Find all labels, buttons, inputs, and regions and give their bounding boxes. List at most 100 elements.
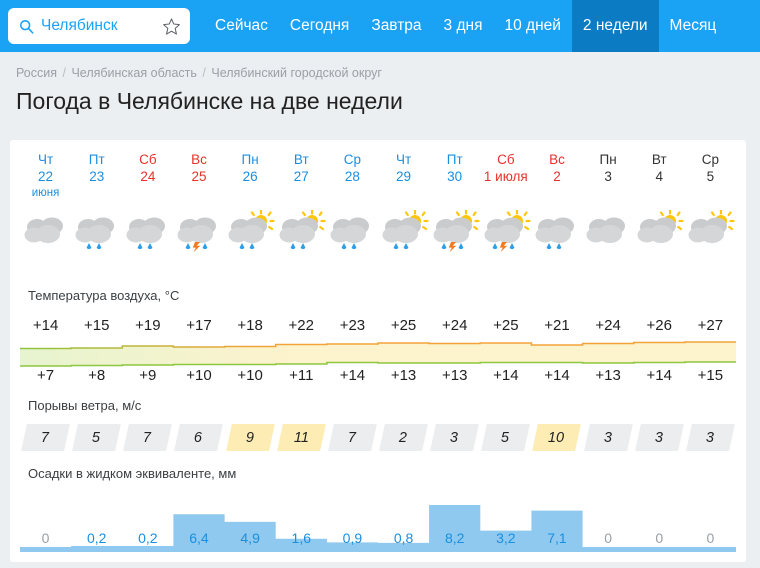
precipitation-value: 0 [604, 530, 613, 546]
date-header-cell[interactable]: Вт 27 [276, 152, 327, 208]
tab-now[interactable]: Сейчас [204, 0, 279, 52]
precipitation-section: Осадки в жидком эквиваленте, мм 0 0,2 0,2 6… [20, 466, 736, 562]
precipitation-section-label: Осадки в жидком эквиваленте, мм [28, 466, 237, 481]
forecast-card: Чт 22 июня Пт 23 Сб 24 Вс 25 Пн 26 Вт 27 Ср 28 Чт 29 Пт 30… [10, 140, 746, 562]
temperature-low-value: +9 [139, 367, 157, 384]
date-header-cell[interactable]: Чт 22 июня [20, 152, 71, 208]
wind-section: Порывы ветра, м/с 7 5 7 6 9 11 7 2 3 5 10 3 3 3 [20, 398, 736, 462]
date-header-cell[interactable]: Пт 23 [71, 152, 122, 208]
tab-10-days[interactable]: 10 дней [493, 0, 571, 52]
precipitation-value: 0,2 [138, 530, 158, 546]
wind-gust-cell: 5 [480, 424, 531, 451]
temperature-low-value: +14 [493, 367, 519, 384]
wind-gust-badge: 5 [481, 424, 531, 451]
temperature-high-value: +21 [544, 317, 570, 334]
day-number-label: 25 [191, 168, 207, 184]
weekday-label: Сб [139, 152, 157, 167]
date-header-cell[interactable]: Вс 2 [531, 152, 582, 208]
wind-gust-cell: 6 [173, 424, 224, 451]
city-search-box[interactable]: Челябинск [8, 8, 190, 44]
temperature-high-value: +25 [493, 317, 519, 334]
weather-icon-sun-cloud-rain [225, 210, 276, 272]
temperature-low-value: +14 [646, 367, 672, 384]
weather-icon-sun-cloud-rain [378, 210, 429, 272]
wind-gust-value: 7 [41, 429, 50, 446]
breadcrumb-item-country[interactable]: Россия [16, 66, 57, 80]
temperature-high-value: +22 [288, 317, 314, 334]
day-number-label: 1 июля [483, 168, 528, 184]
day-number-label: 22 [38, 168, 54, 184]
temperature-high-value: +25 [390, 317, 417, 334]
search-icon [19, 19, 34, 34]
date-header-cell[interactable]: Вт 4 [634, 152, 685, 208]
date-header-cell[interactable]: Пн 3 [583, 152, 634, 208]
date-header-cell[interactable]: Сб 1 июля [480, 152, 531, 208]
temperature-high-value: +14 [32, 317, 59, 334]
weekday-label: Пт [88, 152, 105, 167]
search-input[interactable]: Челябинск [34, 17, 162, 35]
day-number-label: 24 [140, 168, 156, 184]
tab-today[interactable]: Сегодня [279, 0, 360, 52]
wind-gust-value: 3 [604, 429, 613, 446]
weekday-label: Ср [343, 152, 362, 167]
weather-icon-cloudy-rain [122, 210, 173, 272]
weather-icon-cloudy-thunder [173, 210, 224, 272]
precipitation-value: 0 [41, 530, 50, 546]
temperature-high-value: +15 [83, 317, 110, 334]
wind-gust-cell: 7 [122, 424, 173, 451]
wind-gust-badge: 9 [225, 424, 275, 451]
weather-icon-cloudy-rain [327, 210, 378, 272]
temperature-high-value: +24 [595, 317, 621, 334]
date-header-cell[interactable]: Ср 5 [685, 152, 736, 208]
precipitation-value-row: 0 0,2 0,2 6,4 4,9 1,6 0,9 0,8 8,2 3,2 7,1 0 0 0 [20, 530, 736, 546]
day-number-label: 27 [293, 168, 309, 184]
date-header-cell[interactable]: Пт 30 [429, 152, 480, 208]
wind-gust-value: 5 [501, 429, 510, 446]
date-header-cell[interactable]: Чт 29 [378, 152, 429, 208]
date-header-cell[interactable]: Сб 24 [122, 152, 173, 208]
page-title: Погода в Челябинске на две недели [16, 88, 403, 114]
wind-gust-value: 6 [194, 429, 204, 446]
temperature-low-value: +13 [390, 367, 417, 384]
wind-gust-badge: 3 [686, 424, 735, 451]
breadcrumb-item-district[interactable]: Челябинский городской округ [211, 66, 382, 80]
temperature-section-label: Температура воздуха, °C [28, 288, 180, 303]
tab-tomorrow[interactable]: Завтра [360, 0, 432, 52]
tab-month[interactable]: Месяц [659, 0, 728, 52]
weather-icon-row [20, 210, 736, 272]
wind-gust-value: 11 [293, 429, 309, 446]
weather-icon-cloudy [20, 210, 71, 272]
date-header-cell[interactable]: Пн 26 [225, 152, 276, 208]
temperature-high-value: +17 [186, 317, 212, 334]
wind-gust-badge: 11 [276, 424, 326, 451]
day-number-label: 2 [553, 168, 561, 184]
temperature-high-value: +18 [237, 317, 263, 334]
precipitation-value: 0 [655, 530, 664, 546]
precipitation-value: 6,4 [189, 530, 209, 546]
star-icon[interactable] [162, 17, 181, 36]
temperature-high-value: +26 [646, 317, 672, 334]
wind-gust-cell: 7 [20, 424, 71, 451]
breadcrumb-item-region[interactable]: Челябинская область [71, 66, 196, 80]
wind-gust-value: 7 [348, 429, 357, 446]
wind-gust-cell: 2 [378, 424, 429, 451]
weekday-label: Вт [651, 152, 667, 167]
wind-gust-cell: 3 [429, 424, 480, 451]
weekday-label: Вс [191, 152, 207, 167]
wind-gust-badge: 3 [430, 424, 480, 451]
wind-gust-value: 3 [450, 429, 459, 446]
wind-gust-value: 5 [92, 429, 101, 446]
temperature-section: Температура воздуха, °C +14 +15 +19 +17 +18 +… [20, 288, 736, 393]
date-header-cell[interactable]: Ср 28 [327, 152, 378, 208]
wind-gust-badge: 5 [72, 424, 122, 451]
wind-gust-value: 2 [399, 429, 408, 446]
tab-2-weeks[interactable]: 2 недели [571, 0, 659, 52]
temperature-low-row: +7 +8 +9 +10 +10 +11 +14 +13 +13 +14 +14 +13 +14 +15 [20, 367, 736, 384]
day-number-label: 3 [604, 168, 612, 184]
breadcrumb: Россия / Челябинская область / Челябинск… [0, 52, 760, 80]
wind-gust-value: 10 [548, 429, 566, 446]
wind-gust-cell: 3 [634, 424, 685, 451]
date-header-cell[interactable]: Вс 25 [173, 152, 224, 208]
weather-icon-sun-cloud-thunder [429, 210, 480, 272]
tab-3-days[interactable]: 3 дня [433, 0, 494, 52]
